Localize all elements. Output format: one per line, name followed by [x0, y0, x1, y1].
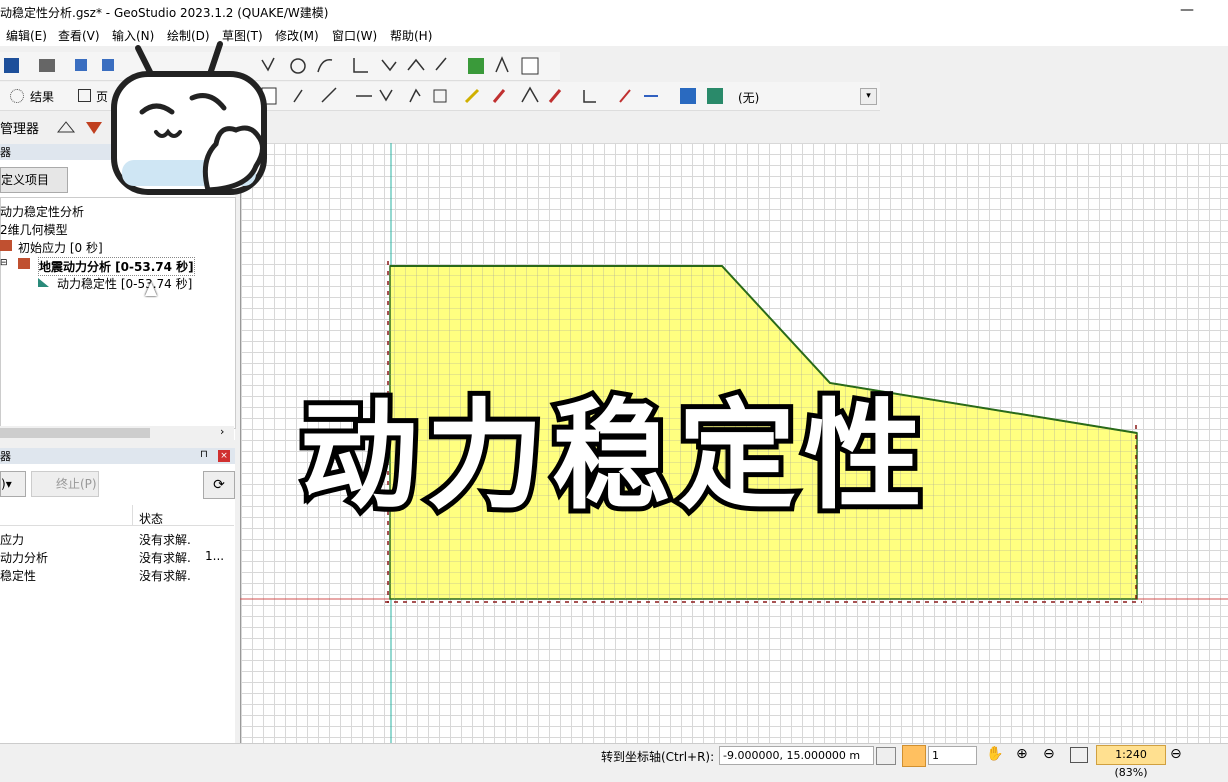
analysis-icon [86, 122, 102, 134]
manager-label: 管理器 [0, 122, 40, 137]
close-panel-icon[interactable]: × [218, 450, 230, 462]
print-icon [39, 59, 55, 72]
collapse-toggle[interactable]: ⊟ [0, 258, 8, 268]
solve-button[interactable]: )▾ [0, 471, 26, 497]
mascot-sticker [111, 41, 267, 195]
col-status: 状态 [139, 512, 164, 526]
copy-icon [75, 59, 87, 71]
goto-label: 转到坐标轴(Ctrl+R): [601, 750, 715, 764]
axis-icon [353, 58, 368, 73]
tree-item-project[interactable]: 动力稳定性分析 [0, 203, 84, 220]
entry-exit-icon [492, 89, 506, 103]
scroll-right-icon[interactable]: › [220, 425, 224, 438]
row-status: 没有求解. [139, 569, 191, 583]
solve-table-header [0, 505, 234, 526]
results-label: 结果 [30, 90, 55, 104]
stability-icon [38, 278, 49, 287]
mesh-region-icon [433, 89, 447, 103]
tree-item-quake-analysis[interactable]: 地震动力分析 [0-53.74 秒] [38, 257, 195, 276]
tree-item-initial-stress[interactable]: 初始应力 [0 秒] [18, 239, 103, 256]
sketch-line-icon [293, 89, 303, 103]
zoom-fit-icon[interactable] [1070, 747, 1088, 763]
row-name[interactable]: 应力 [0, 531, 24, 548]
zoom-slider-minus-icon[interactable]: ⊖ [1170, 746, 1182, 762]
toolbar-main-icons [4, 56, 539, 75]
flux-icon [619, 89, 631, 103]
slip-icon [464, 88, 480, 104]
mouse-cursor [145, 282, 157, 296]
step-input[interactable]: 1 [928, 746, 977, 765]
contour-icon [680, 88, 696, 104]
view-results-icon [707, 88, 723, 104]
grid-snap-icon[interactable] [902, 745, 926, 767]
section-icon [583, 90, 596, 103]
analyses-panel-title: 器 [0, 146, 11, 159]
manager-icons [56, 121, 102, 134]
solve-dropdown-icon[interactable]: ▾ [6, 477, 12, 491]
filter-dropdown-arrow[interactable]: ▾ [860, 88, 877, 105]
stop-button-label: 终止(P) [56, 477, 97, 491]
zoom-scale[interactable]: 1:240 (83%) [1096, 745, 1166, 779]
tension-icon [548, 89, 562, 103]
tree-scrollbar-thumb[interactable] [0, 428, 150, 438]
tree-item-dynamic-stability[interactable]: 动力稳定性 [0-53.74 秒] [57, 275, 192, 292]
row-name[interactable]: 动力分析 [0, 549, 48, 566]
pin-panel-icon[interactable]: ⊓ [200, 449, 208, 460]
boundary-icon [495, 56, 509, 73]
initial-stress-icon [0, 240, 12, 251]
geometry-icon [56, 121, 76, 133]
menu-modify[interactable]: 修改(M) [275, 27, 319, 44]
save-icon [4, 58, 19, 73]
minimize-button[interactable]: — [1180, 2, 1194, 18]
mesh-point-icon [379, 89, 393, 102]
mesh-line-icon [409, 88, 421, 103]
stop-button[interactable]: 终止(P) [31, 471, 99, 497]
page-label[interactable]: 页 [96, 88, 108, 105]
material-icon [468, 58, 484, 74]
pencil-icon [321, 87, 337, 103]
row-extra: 1... [205, 549, 225, 563]
pin-icon [435, 57, 447, 71]
define-project-button[interactable]: 定义项目 [0, 167, 68, 193]
menu-edit[interactable]: 编辑(E) [6, 27, 47, 44]
toolbar-secondary-icons [261, 86, 723, 105]
define-project-label: 定义项目 [1, 173, 50, 187]
menu-help[interactable]: 帮助(H) [390, 27, 432, 44]
page-icon [78, 89, 91, 102]
line-icon [407, 58, 425, 71]
table-icon [521, 57, 539, 75]
pan-hand-icon[interactable]: ✋ [986, 746, 1003, 762]
refresh-icon[interactable]: ⟳ [203, 471, 235, 499]
arc-icon [317, 59, 333, 73]
rotate-icon [290, 58, 306, 74]
tree-item-geometry[interactable]: 2维几何模型 [0, 221, 68, 238]
snap-icon[interactable] [876, 747, 896, 765]
row-name[interactable]: 稳定性 [0, 567, 36, 584]
solve-panel-title: 器 [0, 450, 11, 463]
menu-view[interactable]: 查看(V) [58, 27, 100, 44]
quake-analysis-icon [18, 258, 30, 269]
column-divider [132, 505, 133, 525]
filter-value: (无) [738, 91, 760, 105]
results-radio[interactable] [10, 89, 24, 103]
grid-radius-icon [521, 86, 539, 103]
zoom-in-icon[interactable]: ⊕ [1016, 746, 1028, 762]
point-icon [381, 59, 397, 72]
overlay-caption: 动力稳定性 [295, 382, 931, 530]
window-title: 动稳定性分析.gsz* - GeoStudio 2023.1.2 (QUAKE/… [0, 6, 329, 20]
row-status: 没有求解. [139, 533, 191, 547]
row-status: 没有求解. [139, 551, 191, 565]
zoom-out-icon[interactable]: ⊖ [1043, 746, 1055, 762]
coord-input[interactable]: -9.000000, 15.000000 m [719, 746, 874, 765]
menu-window[interactable]: 窗口(W) [332, 27, 377, 44]
